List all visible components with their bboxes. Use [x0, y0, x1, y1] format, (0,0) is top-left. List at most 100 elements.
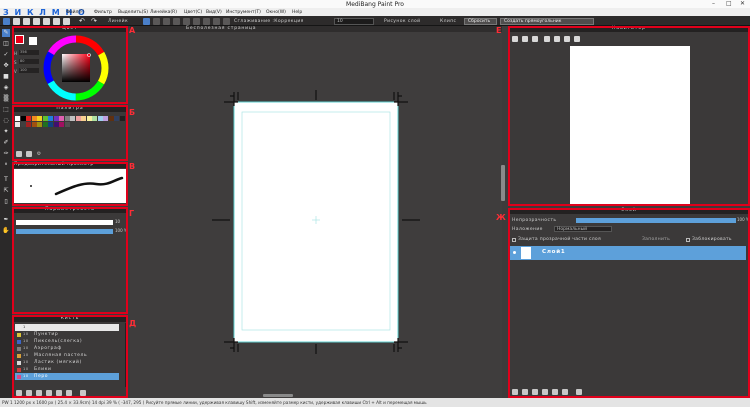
- select-rect-icon[interactable]: ⬚: [2, 106, 10, 114]
- zoom-out-icon[interactable]: [522, 36, 528, 42]
- palette-swatch[interactable]: [31, 121, 37, 127]
- palette-swatch[interactable]: [26, 121, 31, 127]
- ruler-mode-custom[interactable]: [223, 17, 230, 25]
- brush-row[interactable]: 10 Аэрограф: [15, 345, 119, 352]
- menu-select[interactable]: Выделить(S): [118, 10, 148, 15]
- brush-row[interactable]: 10 Ластик (мягкий): [15, 359, 119, 366]
- new-layer-icon[interactable]: [512, 389, 518, 395]
- ruler-mode-line[interactable]: [153, 17, 160, 25]
- dot-tool-icon[interactable]: ✓: [2, 51, 10, 59]
- palette-swatch[interactable]: [20, 116, 26, 121]
- palette-swatch[interactable]: [15, 121, 20, 127]
- delete-brush-icon[interactable]: [80, 390, 86, 396]
- cloud-icon[interactable]: [43, 17, 50, 25]
- ruler-mode-radial[interactable]: [203, 17, 210, 25]
- ruler-mode-symmetry[interactable]: [213, 17, 220, 25]
- color-wheel[interactable]: [40, 34, 112, 102]
- canvas-vertical-scrollbar[interactable]: [501, 165, 505, 201]
- palette-swatch[interactable]: [64, 116, 70, 121]
- menu-tool[interactable]: Инструмент(T): [226, 10, 261, 15]
- canvas-drawing[interactable]: [130, 26, 502, 398]
- create-rectangle-button[interactable]: Создать прямоугольник: [500, 17, 594, 25]
- new-8bit-layer-icon[interactable]: [532, 389, 538, 395]
- menu-file[interactable]: Файл(F): [66, 10, 85, 15]
- palette-swatch[interactable]: [37, 116, 42, 121]
- maximize-button[interactable]: □: [726, 0, 732, 7]
- merge-layer-icon[interactable]: [562, 389, 568, 395]
- new-folder-icon[interactable]: [542, 389, 548, 395]
- select-eraser-icon[interactable]: ✑: [2, 150, 10, 158]
- menu-color[interactable]: Цвет(C): [184, 10, 202, 15]
- palette-swatch[interactable]: [15, 116, 20, 121]
- rotate-right-icon[interactable]: [564, 36, 570, 42]
- palette-swatch[interactable]: [86, 116, 92, 121]
- layer-row-selected[interactable]: Слой1: [510, 246, 746, 260]
- menu-window[interactable]: Окно(W): [266, 10, 286, 15]
- new-file-icon[interactable]: [13, 17, 20, 25]
- brush-list-scrollbar[interactable]: [125, 323, 128, 387]
- ruler-mode-grid[interactable]: [173, 17, 180, 25]
- add-brush-icon[interactable]: [16, 390, 22, 396]
- undo-icon[interactable]: ↶: [79, 17, 86, 25]
- primary-color-swatch[interactable]: [15, 35, 24, 44]
- actual-size-icon[interactable]: [544, 36, 550, 42]
- blend-mode-select[interactable]: Нормальный: [554, 226, 612, 232]
- palette-swatch[interactable]: [114, 116, 119, 121]
- ruler-mode-perspective[interactable]: [183, 17, 190, 25]
- open-file-icon[interactable]: [23, 17, 30, 25]
- select-pen-icon[interactable]: ✐: [2, 139, 10, 147]
- canvas-horizontal-scrollbar[interactable]: [263, 394, 293, 397]
- minimize-button[interactable]: –: [712, 0, 715, 7]
- operation-tool-icon[interactable]: ⇱: [2, 187, 10, 195]
- hand-tool-icon[interactable]: ✋: [2, 227, 10, 235]
- opacity-slider[interactable]: [16, 229, 113, 234]
- palette-swatch[interactable]: [48, 116, 53, 121]
- eyedropper-icon[interactable]: ✒: [2, 216, 10, 224]
- palette-swatch[interactable]: [48, 121, 53, 127]
- palette-swatch[interactable]: [42, 116, 48, 121]
- layer-opacity-slider[interactable]: [576, 218, 736, 223]
- palette-swatch[interactable]: [59, 116, 64, 121]
- palette-swatch[interactable]: [20, 121, 26, 127]
- s-value[interactable]: 80: [19, 59, 39, 64]
- palette-swatch[interactable]: [37, 121, 42, 127]
- menu-help[interactable]: Help: [292, 10, 302, 15]
- brush-row[interactable]: 10 Блики: [15, 366, 119, 373]
- brush-row[interactable]: 10 Масляная пастель: [15, 352, 119, 359]
- settings-icon[interactable]: [63, 17, 70, 25]
- correction-select[interactable]: 10: [334, 17, 374, 25]
- new-halftone-layer-icon[interactable]: [522, 389, 528, 395]
- fit-window-icon[interactable]: [532, 36, 538, 42]
- brush-row[interactable]: 10 Пиксель(слегка): [15, 338, 119, 345]
- palette-add-icon[interactable]: [16, 151, 22, 157]
- lasso-icon[interactable]: ◌: [2, 117, 10, 125]
- palette-swatch[interactable]: [59, 121, 64, 127]
- brush-tool-icon[interactable]: ✎: [2, 29, 10, 37]
- palette-swatch[interactable]: [97, 116, 103, 121]
- flip-icon[interactable]: [574, 36, 580, 42]
- canvas-area[interactable]: Бесполезная страница: [130, 26, 502, 398]
- ruler-mode-concentric[interactable]: [193, 17, 200, 25]
- palette-settings-icon[interactable]: ⚙: [35, 150, 43, 158]
- text-tool-icon[interactable]: T: [2, 176, 10, 184]
- brush-row[interactable]: 1: [15, 324, 119, 331]
- palette-swatch[interactable]: [53, 116, 59, 121]
- rectangle-fill-icon[interactable]: ■: [2, 73, 10, 81]
- lock-checkbox[interactable]: [686, 238, 690, 242]
- layer-visibility-icon[interactable]: [513, 251, 516, 254]
- brush-folder-icon[interactable]: [56, 390, 62, 396]
- eraser-tool-icon[interactable]: ◫: [2, 40, 10, 48]
- redo-icon[interactable]: ↷: [91, 17, 98, 25]
- palette-swatch[interactable]: [26, 116, 31, 121]
- copy-brush-icon[interactable]: [26, 390, 32, 396]
- zoom-in-icon[interactable]: [512, 36, 518, 42]
- ruler-mode-ellipse[interactable]: [163, 17, 170, 25]
- gradient-tool-icon[interactable]: ▒: [2, 95, 10, 103]
- palette-swatch[interactable]: [103, 116, 108, 121]
- brush-row-selected[interactable]: 10 Перо: [15, 373, 119, 380]
- palette-delete-icon[interactable]: [26, 151, 32, 157]
- rotate-left-icon[interactable]: [554, 36, 560, 42]
- cloud-brush-icon[interactable]: [66, 390, 72, 396]
- palette-swatch[interactable]: [75, 116, 81, 121]
- navigator-preview[interactable]: [570, 46, 690, 204]
